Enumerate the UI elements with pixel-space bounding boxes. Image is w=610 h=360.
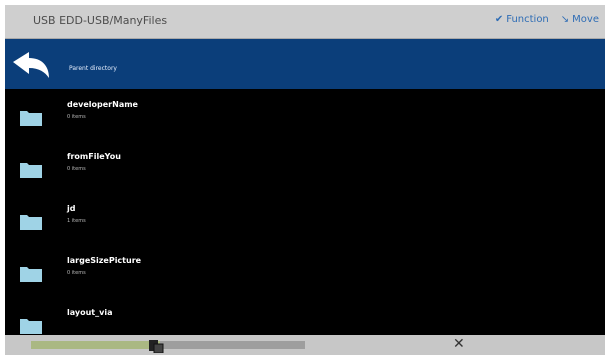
file-name: fromFileYou [67, 152, 121, 161]
list-item[interactable]: largeSizePicture 0 items [5, 245, 605, 297]
current-path: USB EDD-USB/ManyFiles [33, 14, 168, 27]
parent-directory-row[interactable]: Parent directory [5, 39, 605, 89]
move-icon: ↘ [560, 14, 570, 25]
list-item[interactable]: jd 1 items [5, 193, 605, 245]
title-actions: ✔ Function ↘ Move [495, 14, 599, 25]
file-subtitle: 1 items [67, 218, 86, 224]
back-arrow-icon[interactable] [11, 50, 55, 80]
paste-icon[interactable] [148, 339, 164, 353]
file-browser-window: USB EDD-USB/ManyFiles ✔ Function ↘ Move … [5, 5, 605, 355]
file-subtitle: 0 items [67, 270, 86, 276]
function-label: Function [506, 14, 549, 25]
bottom-bar: ✕ [5, 335, 605, 355]
move-button[interactable]: ↘ Move [561, 14, 599, 25]
parent-directory-label: Parent directory [69, 65, 117, 72]
file-name: jd [67, 204, 76, 213]
folder-icon [20, 267, 42, 282]
function-button[interactable]: ✔ Function [495, 14, 549, 25]
folder-icon [20, 111, 42, 126]
file-name: layout_via [67, 308, 113, 317]
folder-icon [20, 319, 42, 334]
function-icon: ✔ [494, 14, 504, 25]
file-list: developerName 0 items fromFileYou 0 item… [5, 89, 605, 339]
progress-fill [31, 341, 160, 349]
move-label: Move [572, 14, 599, 25]
list-item[interactable]: fromFileYou 0 items [5, 141, 605, 193]
folder-icon [20, 215, 42, 230]
folder-icon [20, 163, 42, 178]
close-icon[interactable]: ✕ [453, 336, 465, 352]
title-bar: USB EDD-USB/ManyFiles ✔ Function ↘ Move [5, 5, 605, 39]
file-subtitle: 0 items [67, 114, 86, 120]
file-name: largeSizePicture [67, 256, 142, 265]
list-item[interactable]: developerName 0 items [5, 89, 605, 141]
file-name: developerName [67, 100, 138, 109]
file-subtitle: 0 items [67, 166, 86, 172]
progress-bar [31, 341, 305, 349]
